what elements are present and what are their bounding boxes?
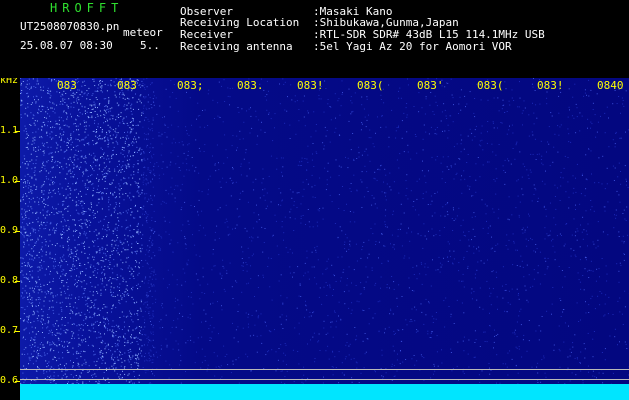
noise-floor-band [20, 384, 629, 400]
reference-line [20, 369, 629, 370]
x-tick-label: 083. [237, 79, 264, 92]
y-tick [15, 331, 20, 332]
date-time: 25.08.07 08:30 [20, 39, 113, 52]
x-tick-label: 083; [177, 79, 204, 92]
y-axis: kHz 1.1 1.0 0.9 0.8 0.7 0.6 [0, 76, 20, 400]
y-tick [15, 181, 20, 182]
station-name: HROFFT [50, 1, 124, 15]
x-tick-label: 083( [477, 79, 504, 92]
y-tick [15, 131, 20, 132]
x-tick-label: 083 [117, 79, 137, 92]
x-tick-label: 083( [357, 79, 384, 92]
x-tick-label: 083! [297, 79, 324, 92]
x-tick-label: 083 [57, 79, 77, 92]
antenna-label: Receiving antenna [180, 40, 293, 53]
y-tick [15, 381, 20, 382]
x-tick-label: 083' [417, 79, 444, 92]
x-tick-label: 0840 [597, 79, 624, 92]
antenna-value: :5el Yagi Az 20 for Aomori VOR [313, 40, 512, 53]
y-tick [15, 281, 20, 282]
detection-count: 5.. [140, 39, 160, 52]
spectrogram-canvas [20, 78, 629, 400]
reference-line [20, 379, 629, 380]
mode-label: meteor [123, 26, 163, 39]
x-tick-label: 083! [537, 79, 564, 92]
y-tick [15, 231, 20, 232]
file-name: UT2508070830.pn [20, 20, 120, 33]
header-panel: HROFFT UT2508070830.pn meteor 25.08.07 0… [0, 0, 629, 78]
